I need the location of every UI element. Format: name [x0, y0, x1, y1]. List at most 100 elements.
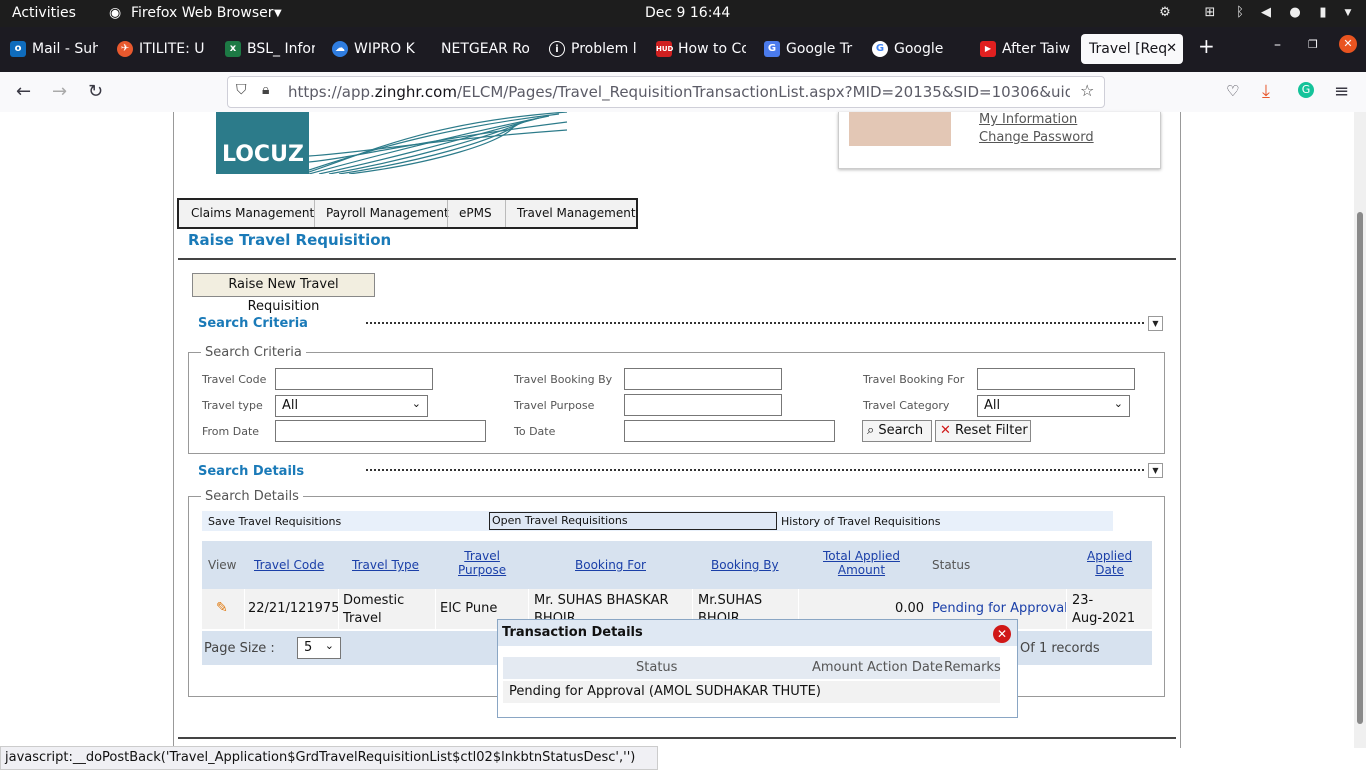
from-date-label: From Date	[202, 425, 260, 438]
to-date-input[interactable]	[624, 420, 835, 442]
clock[interactable]: Dec 9 16:44	[645, 5, 730, 21]
browser-nav-bar: ← → ↻ ⛉ 🔒︎ https://app.zinghr.com/ELCM/P…	[0, 72, 1366, 113]
battery-icon[interactable]: ▮	[1316, 6, 1330, 20]
page-size-label: Page Size :	[204, 641, 275, 656]
tab-open-travel-requisitions[interactable]: Open Travel Requisitions	[489, 512, 777, 530]
url-bar[interactable]: ⛉ 🔒︎ https://app.zinghr.com/ELCM/Pages/T…	[227, 76, 1105, 108]
menu-payroll-management[interactable]: Payroll Management	[326, 206, 449, 220]
close-popup-icon[interactable]: ✕	[993, 625, 1011, 643]
menu-claims-management[interactable]: Claims Management	[191, 206, 314, 220]
travel-category-select[interactable]: All ⌄	[977, 395, 1130, 417]
travel-booking-for-input[interactable]	[977, 368, 1135, 390]
col-travel-type[interactable]: Travel Type	[352, 558, 419, 572]
tab-travel-active[interactable]: Travel [Req ✕	[1081, 34, 1183, 64]
col-booking-by[interactable]: Booking By	[711, 558, 779, 572]
bluetooth-icon[interactable]: ᛒ	[1233, 6, 1247, 20]
popup-title: Transaction Details	[502, 625, 643, 640]
travel-type-select[interactable]: All ⌄	[275, 395, 428, 417]
scrollbar-thumb[interactable]	[1357, 212, 1363, 724]
chevron-down-icon: ⌄	[324, 639, 334, 652]
lock-icon[interactable]: 🔒︎	[262, 82, 269, 98]
close-window-icon[interactable]: ✕	[1339, 35, 1357, 53]
outlook-icon: o	[10, 41, 26, 57]
search-details-header[interactable]: Search Details	[198, 464, 304, 479]
requisition-tabs: Save Travel Requisitions Open Travel Req…	[202, 511, 1113, 531]
popup-col-amount: Amount	[812, 660, 864, 675]
reset-x-icon: ✕	[940, 423, 951, 438]
hud-icon: HUD	[656, 41, 673, 57]
menu-divider	[505, 200, 506, 227]
tab-google-translate[interactable]: G Google Tr	[764, 34, 854, 64]
travel-code-label: Travel Code	[202, 373, 267, 386]
download-icon[interactable]: ⤓	[1262, 81, 1270, 102]
col-travel-code[interactable]: Travel Code	[254, 558, 324, 572]
chevron-down-icon[interactable]: ▼	[274, 8, 282, 19]
cloud-icon: ☁	[332, 41, 348, 57]
collapse-search-criteria-icon[interactable]: ▼	[1148, 316, 1163, 331]
logo-swoosh	[309, 112, 568, 174]
page-size-select[interactable]: 5 ⌄	[297, 637, 341, 659]
cell-travel-type: Domestic Travel	[343, 593, 405, 626]
menu-epms[interactable]: ePMS	[459, 206, 492, 220]
bookmark-star-icon[interactable]: ☆	[1080, 81, 1094, 100]
tab-history-travel-requisitions[interactable]: History of Travel Requisitions	[781, 515, 940, 528]
volume-icon[interactable]: ◀	[1259, 6, 1273, 20]
col-total-applied-amount[interactable]: Total Applied Amount	[823, 549, 900, 577]
tab-how-to[interactable]: HUD How to Co	[656, 34, 746, 64]
grammarly-icon[interactable]: G	[1298, 82, 1314, 98]
col-applied-date[interactable]: Applied Date	[1087, 549, 1132, 577]
from-date-input[interactable]	[275, 420, 486, 442]
activities-button[interactable]: Activities	[12, 5, 76, 21]
status-url-text: javascript:__doPostBack('Travel_Applicat…	[5, 750, 636, 765]
tab-wipro[interactable]: ☁ WIPRO K	[332, 34, 422, 64]
url-text[interactable]: https://app.zinghr.com/ELCM/Pages/Travel…	[288, 83, 1070, 101]
dotted-divider	[366, 469, 1144, 471]
travel-purpose-input[interactable]	[624, 394, 782, 416]
close-tab-icon[interactable]: ✕	[1166, 34, 1177, 64]
my-information-link[interactable]: My Information	[979, 112, 1077, 127]
search-button[interactable]: ⌕ Search	[862, 420, 932, 442]
new-tab-icon[interactable]: +	[1198, 34, 1215, 58]
reset-filter-button[interactable]: ✕ Reset Filter	[935, 420, 1031, 442]
back-icon[interactable]: ←	[16, 81, 31, 102]
status-link[interactable]: Pending for Approval	[932, 601, 1068, 616]
network-icon[interactable]: ⊞	[1203, 6, 1217, 20]
forward-icon[interactable]: →	[52, 81, 67, 102]
cell-amount: 0.00	[895, 601, 924, 616]
search-criteria-header[interactable]: Search Criteria	[198, 316, 308, 331]
travel-code-input[interactable]	[275, 368, 433, 390]
tab-after-taiwan[interactable]: ▶ After Taiw	[980, 34, 1070, 64]
app-menu[interactable]: Firefox Web Browser	[131, 5, 274, 21]
tab-netgear[interactable]: NETGEAR Ro	[441, 34, 529, 64]
hamburger-menu-icon[interactable]: ≡	[1334, 81, 1349, 102]
accessibility-icon[interactable]: ⚙	[1158, 6, 1172, 20]
popup-col-remarks: Remarks	[944, 660, 1001, 675]
popup-col-status: Status	[636, 660, 678, 675]
tab-itilite[interactable]: ✈ ITILITE: U	[117, 34, 207, 64]
minimize-icon[interactable]: –	[1274, 37, 1281, 53]
maximize-icon[interactable]: ❐	[1308, 38, 1318, 51]
menu-travel-management[interactable]: Travel Management	[517, 206, 636, 220]
profile-box: My Information Change Password	[838, 112, 1161, 169]
tab-save-travel-requisitions[interactable]: Save Travel Requisitions	[208, 515, 341, 528]
microphone-icon[interactable]: ●	[1288, 6, 1302, 20]
collapse-search-details-icon[interactable]: ▼	[1148, 463, 1163, 478]
tab-mail[interactable]: o Mail - Suh	[10, 34, 98, 64]
col-travel-purpose[interactable]: Travel Purpose	[458, 549, 506, 577]
menu-divider	[447, 200, 448, 227]
tab-bsl-info[interactable]: x BSL_ Infor	[225, 34, 315, 64]
travel-booking-by-input[interactable]	[624, 368, 782, 390]
shield-icon[interactable]: ⛉	[236, 82, 247, 98]
reload-icon[interactable]: ↻	[88, 81, 103, 102]
change-password-link[interactable]: Change Password	[979, 130, 1094, 145]
tab-problem[interactable]: i Problem l	[549, 34, 637, 64]
col-booking-for[interactable]: Booking For	[575, 558, 646, 572]
raise-new-travel-requisition-button[interactable]: Raise New Travel Requisition	[192, 273, 375, 314]
edit-pencil-icon[interactable]: ✎	[216, 600, 228, 616]
cell-divider	[338, 589, 339, 629]
cell-travel-code: 22/21/121975	[248, 601, 340, 616]
itilite-icon: ✈	[117, 41, 133, 57]
tab-google[interactable]: G Google	[872, 34, 962, 64]
pocket-icon[interactable]: ♡	[1226, 82, 1239, 100]
system-menu-chevron-icon[interactable]: ▼	[1341, 6, 1355, 20]
